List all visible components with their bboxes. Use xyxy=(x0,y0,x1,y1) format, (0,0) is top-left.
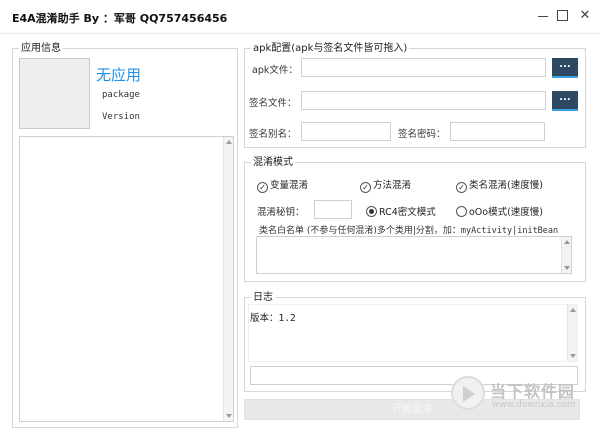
watermark-name: 当下软件园 xyxy=(490,382,576,401)
sign-browse-button[interactable]: ... xyxy=(552,91,578,111)
obfuscation-title: 混淆模式 xyxy=(251,156,295,169)
var-obfuscation-checkbox[interactable]: ✓ 变量混淆 xyxy=(257,177,308,193)
apk-config-title: apk配置(apk与签名文件皆可拖入) xyxy=(251,42,410,55)
sign-file-label: 签名文件： xyxy=(249,98,297,109)
whitelist-input[interactable] xyxy=(256,236,572,274)
whitelist-hint-text: 类名白名单 (不参与任何混淆)多个类用|分割，加： xyxy=(259,226,461,236)
log-title: 日志 xyxy=(251,291,275,304)
log-version-line: 版本：1.2 xyxy=(250,310,296,324)
sign-password-input[interactable] xyxy=(450,122,545,141)
rc4-mode-radio[interactable]: RC4密文模式 xyxy=(366,204,436,218)
method-obfuscation-checkbox[interactable]: ✓ 方法混淆 xyxy=(360,177,411,193)
watermark-url: www.downxia.com xyxy=(492,400,576,410)
class-obfuscation-checkbox[interactable]: ✓ 类名混淆(速度慢) xyxy=(456,177,543,193)
window-title: E4A混淆助手 By ：军哥 QQ757456456 xyxy=(12,12,228,25)
sign-alias-input[interactable] xyxy=(301,122,391,141)
maximize-icon[interactable] xyxy=(551,6,573,26)
radio-selected-icon xyxy=(366,206,377,217)
app-detail-list[interactable] xyxy=(19,136,234,422)
apk-file-input[interactable] xyxy=(301,58,546,77)
log-version-label: 版本： xyxy=(250,313,279,324)
sign-password-label: 签名密码： xyxy=(398,129,446,140)
method-obfuscation-label: 方法混淆 xyxy=(373,180,412,191)
version-label: Version xyxy=(102,112,140,122)
whitelist-hint: 类名白名单 (不参与任何混淆)多个类用|分割，加：myActivity|init… xyxy=(259,223,558,236)
whitelist-example: myActivity|initBean xyxy=(460,226,559,236)
key-input[interactable] xyxy=(314,200,352,219)
sign-alias-label: 签名别名： xyxy=(249,129,297,140)
close-icon[interactable]: ✕ xyxy=(574,6,596,26)
log-output[interactable] xyxy=(248,304,578,362)
scroll-down-icon[interactable] xyxy=(226,414,232,418)
key-label: 混淆秘钥： xyxy=(257,207,305,218)
watermark-logo-icon xyxy=(451,376,485,410)
scroll-up-icon[interactable] xyxy=(570,308,576,312)
rc4-mode-label: RC4密文模式 xyxy=(379,207,436,218)
checked-icon: ✓ xyxy=(257,182,268,193)
sign-file-input[interactable] xyxy=(301,91,546,110)
ooo-mode-radio[interactable]: oOo模式(速度慢) xyxy=(456,204,543,218)
title-bar: E4A混淆助手 By ：军哥 QQ757456456 ✕ xyxy=(0,0,600,34)
apk-file-label: apk文件： xyxy=(252,65,298,76)
checked-icon: ✓ xyxy=(456,182,467,193)
app-info-title: 应用信息 xyxy=(19,42,63,55)
scroll-down-icon[interactable] xyxy=(564,266,570,270)
class-obfuscation-label: 类名混淆(速度慢) xyxy=(469,180,543,191)
log-scrollbar[interactable] xyxy=(567,305,577,361)
scroll-down-icon[interactable] xyxy=(570,354,576,358)
app-name: 无应用 xyxy=(96,66,142,84)
checked-icon: ✓ xyxy=(360,182,371,193)
radio-unselected-icon xyxy=(456,206,467,217)
scroll-up-icon[interactable] xyxy=(226,140,232,144)
package-label: package xyxy=(102,90,140,100)
whitelist-scrollbar[interactable] xyxy=(561,237,571,273)
apk-browse-button[interactable]: ... xyxy=(552,58,578,78)
ooo-mode-label: oOo模式(速度慢) xyxy=(469,207,544,218)
list-scrollbar[interactable] xyxy=(223,137,233,421)
var-obfuscation-label: 变量混淆 xyxy=(270,180,309,191)
log-version-value: 1.2 xyxy=(278,313,296,324)
scroll-up-icon[interactable] xyxy=(564,240,570,244)
app-icon-placeholder xyxy=(19,58,90,129)
